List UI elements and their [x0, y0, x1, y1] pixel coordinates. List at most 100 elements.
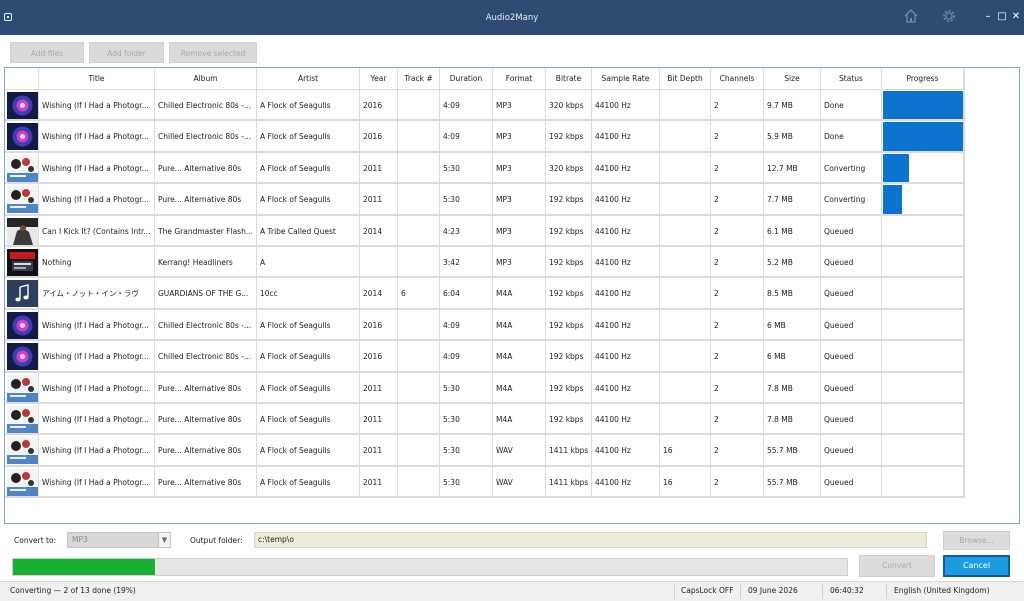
add-folder-button[interactable]: Add folder: [89, 42, 164, 63]
convert-button[interactable]: Convert: [859, 555, 935, 577]
chevron-down-icon[interactable]: ▼: [158, 533, 170, 547]
cell-title: Wishing (If I Had a Photogr...: [39, 435, 155, 466]
cell-artist: A Flock of Seagulls: [257, 435, 360, 466]
cell-title: Wishing (If I Had a Photogr...: [39, 309, 155, 341]
minimize-button[interactable]: –: [982, 10, 994, 24]
column-header-sample-rate[interactable]: Sample Rate: [592, 68, 660, 90]
cell-artist: A Flock of Seagulls: [257, 309, 360, 341]
table-row[interactable]: Wishing (If I Had a Photogr... Pure... Al…: [5, 372, 964, 404]
cell-sample-rate: 44100 Hz: [592, 372, 660, 403]
cell-duration: 5:30: [440, 404, 493, 435]
cell-status: Converting: [821, 184, 882, 215]
column-header-track[interactable]: Track #: [398, 68, 440, 90]
row-progress-fill: [883, 122, 963, 151]
cell-duration: 4:23: [440, 215, 493, 246]
column-header-artist[interactable]: Artist: [257, 68, 360, 90]
home-icon[interactable]: [902, 7, 920, 25]
cell-size: 55.7 MB: [764, 466, 821, 498]
cell-sample-rate: 44100 Hz: [592, 309, 660, 341]
table-row[interactable]: Wishing (If I Had a Photogr... Pure... Al…: [5, 152, 964, 185]
table-row[interactable]: Wishing (If I Had a Photogr... Chilled El…: [5, 121, 964, 153]
cell-artist: A Flock of Seagulls: [257, 341, 360, 372]
time-indicator: 06:40:32: [830, 586, 864, 595]
cell-album: Kerrang! Headliners: [155, 247, 257, 278]
column-header-format[interactable]: Format: [493, 68, 546, 90]
cell-thumb: [5, 247, 39, 278]
maximize-button[interactable]: □: [996, 10, 1008, 24]
cell-progress: [882, 404, 964, 435]
cell-format: MP3: [493, 90, 546, 121]
remove-selected-button[interactable]: Remove selected: [169, 42, 257, 63]
close-button[interactable]: ✕: [1010, 10, 1022, 24]
cell-bitrate: 1411 kbps: [546, 435, 592, 466]
cell-bit-depth: [660, 278, 711, 309]
table-row[interactable]: Wishing (If I Had a Photogr... Chilled El…: [5, 309, 964, 342]
table-row[interactable]: Wishing (If I Had a Photogr... Pure... Al…: [5, 404, 964, 436]
table-row[interactable]: Wishing (If I Had a Photogr... Chilled El…: [5, 90, 964, 122]
cell-progress: [882, 184, 964, 215]
table-header: Title Album Artist Year Track # Duration Forma…: [5, 68, 964, 90]
album-art: [7, 374, 38, 402]
table-row[interactable]: Nothing Kerrang! Headliners A 3:42 MP3 192 kb…: [5, 247, 964, 279]
table-row[interactable]: Wishing (If I Had a Photogr... Pure... Al…: [5, 466, 964, 499]
column-header-size[interactable]: Size: [764, 68, 821, 90]
album-art: [7, 123, 38, 151]
column-header-bit-depth[interactable]: Bit Depth: [660, 68, 711, 90]
cell-album: Pure... Alternative 80s: [155, 152, 257, 184]
cell-sample-rate: 44100 Hz: [592, 247, 660, 278]
cell-sample-rate: 44100 Hz: [592, 90, 660, 121]
cell-progress: [882, 309, 964, 341]
cell-title: Wishing (If I Had a Photogr...: [39, 90, 155, 121]
column-header-channels[interactable]: Channels: [711, 68, 764, 90]
cell-sample-rate: 44100 Hz: [592, 404, 660, 435]
cell-bitrate: 192 kbps: [546, 215, 592, 246]
music-note-icon: [7, 280, 38, 308]
cell-album: Chilled Electronic 80s -...: [155, 90, 257, 121]
cell-thumb: [5, 466, 39, 498]
format-select[interactable]: MP3 ▼: [67, 532, 171, 548]
file-table[interactable]: Title Album Artist Year Track # Duration Forma…: [4, 67, 1020, 524]
cell-album: Pure... Alternative 80s: [155, 404, 257, 435]
browse-button[interactable]: Browse...: [943, 531, 1010, 550]
table-row[interactable]: Wishing (If I Had a Photogr... Pure... Al…: [5, 435, 964, 467]
cell-bitrate: 192 kbps: [546, 247, 592, 278]
cell-title: アイム・ノット・イン・ラヴ: [39, 278, 155, 309]
column-header-year[interactable]: Year: [360, 68, 398, 90]
cell-bitrate: 192 kbps: [546, 184, 592, 215]
column-header-thumb[interactable]: [5, 68, 39, 90]
table-row[interactable]: アイム・ノット・イン・ラヴ GUARDIANS OF THE G... 10cc 20…: [5, 278, 964, 310]
column-header-album[interactable]: Album: [155, 68, 257, 90]
column-header-duration[interactable]: Duration: [440, 68, 493, 90]
column-header-bitrate[interactable]: Bitrate: [546, 68, 592, 90]
album-art: [7, 154, 38, 182]
gear-icon[interactable]: [940, 7, 958, 25]
album-art: [7, 468, 38, 496]
column-header-status[interactable]: Status: [821, 68, 882, 90]
cell-artist: A Flock of Seagulls: [257, 90, 360, 121]
cell-album: GUARDIANS OF THE G...: [155, 278, 257, 309]
status-separator: [740, 584, 741, 599]
table-row[interactable]: Can I Kick It? (Contains Intr... The Gran…: [5, 215, 964, 247]
column-header-title[interactable]: Title: [39, 68, 155, 90]
cell-thumb: [5, 435, 39, 466]
cell-artist: A Flock of Seagulls: [257, 466, 360, 498]
cell-size: 7.8 MB: [764, 404, 821, 435]
album-art: [7, 437, 38, 465]
row-progress-fill: [883, 185, 902, 214]
cell-title: Wishing (If I Had a Photogr...: [39, 466, 155, 498]
cell-duration: 5:30: [440, 372, 493, 403]
table-row[interactable]: Wishing (If I Had a Photogr... Pure... Al…: [5, 184, 964, 216]
cell-title: Wishing (If I Had a Photogr...: [39, 121, 155, 152]
column-header-progress[interactable]: Progress: [882, 68, 964, 90]
table-row[interactable]: Wishing (If I Had a Photogr... Chilled El…: [5, 341, 964, 373]
cell-track: [398, 215, 440, 246]
add-files-button[interactable]: Add files: [10, 42, 84, 63]
cell-album: Chilled Electronic 80s -...: [155, 309, 257, 341]
cell-bitrate: 192 kbps: [546, 404, 592, 435]
cell-channels: 2: [711, 372, 764, 403]
cell-bit-depth: [660, 404, 711, 435]
cancel-button[interactable]: Cancel: [943, 555, 1010, 577]
cell-progress: [882, 247, 964, 278]
output-folder-field[interactable]: c:\temp\o: [254, 532, 927, 548]
cell-channels: 2: [711, 466, 764, 498]
